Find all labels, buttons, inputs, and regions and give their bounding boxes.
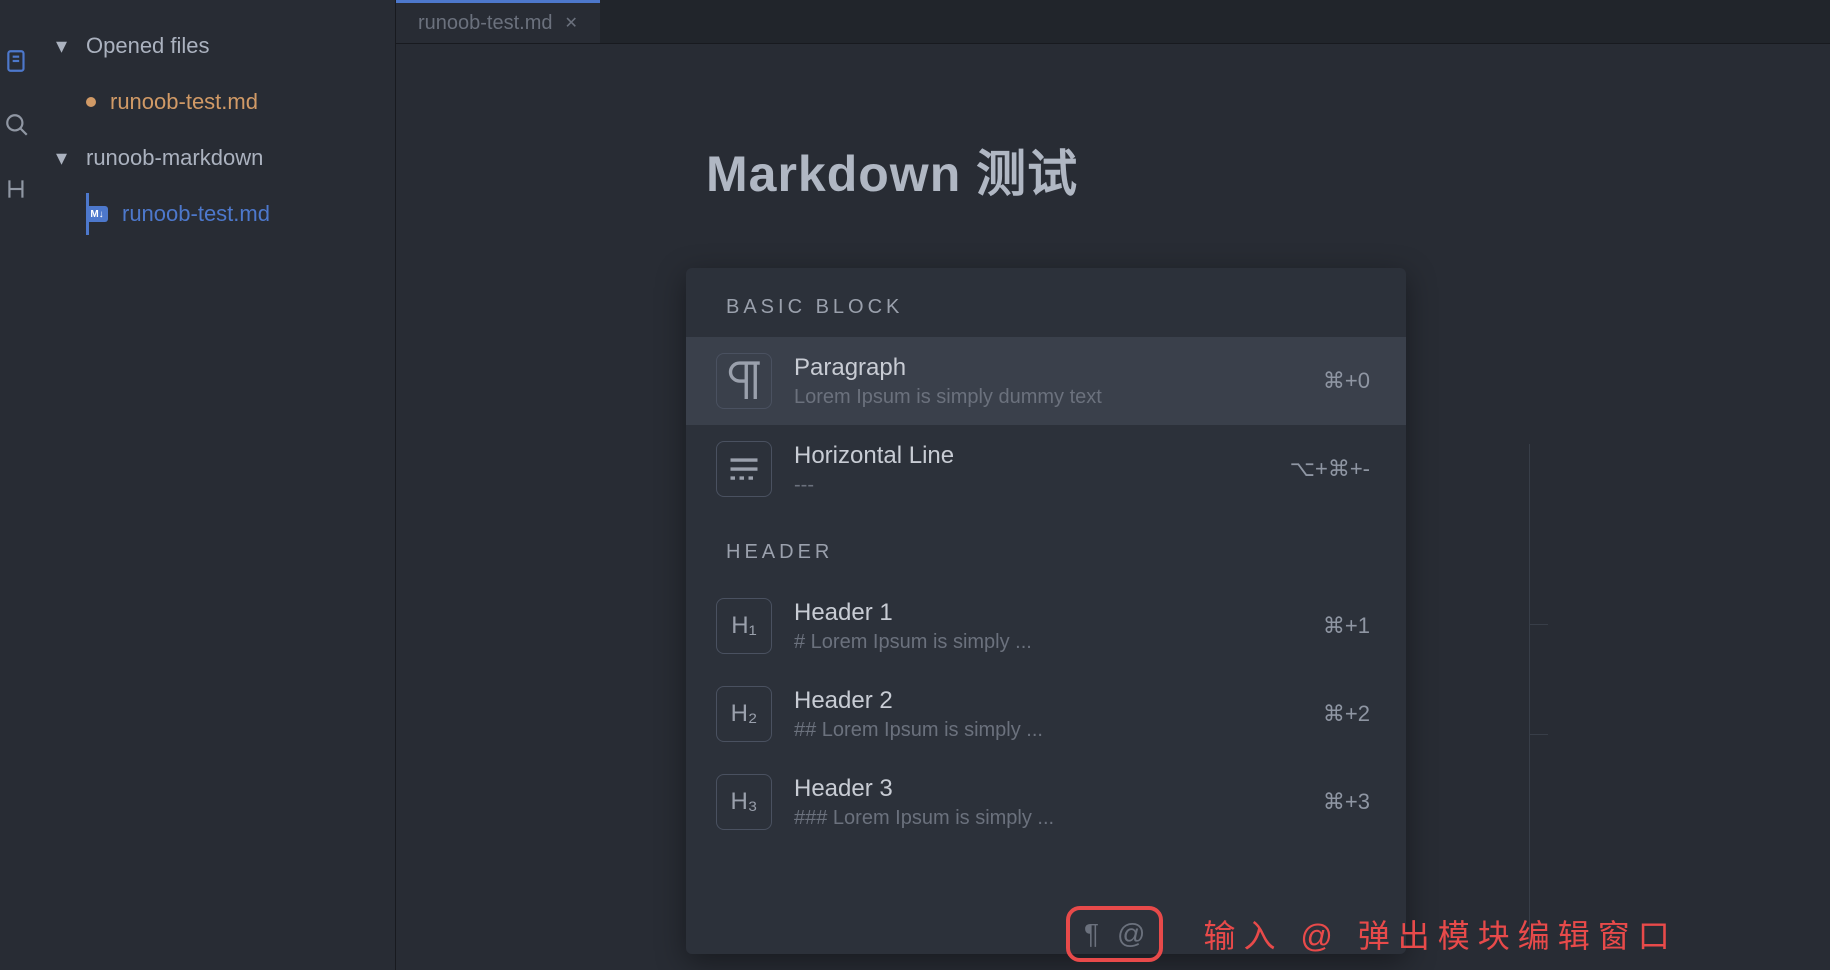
h2-icon: H₂ (716, 686, 772, 742)
popup-section-title: HEADER (686, 513, 1406, 582)
folder-file-name: runoob-test.md (122, 201, 270, 227)
popup-item-header-2[interactable]: H₂ Header 2 ## Lorem Ipsum is simply ...… (686, 670, 1406, 758)
popup-item-title: Paragraph (794, 354, 1301, 382)
popup-item-paragraph[interactable]: Paragraph Lorem Ipsum is simply dummy te… (686, 337, 1406, 425)
popup-item-title: Header 3 (794, 775, 1301, 803)
close-icon[interactable]: ✕ (565, 13, 578, 33)
main-area: runoob-test.md ✕ Markdown 测试 BASIC BLOCK… (396, 0, 1830, 970)
popup-section-title: BASIC BLOCK (686, 268, 1406, 337)
tab-label: runoob-test.md (418, 12, 553, 35)
opened-files-label: Opened files (86, 33, 210, 59)
opened-file-name: runoob-test.md (110, 89, 258, 115)
files-icon[interactable] (4, 48, 30, 74)
popup-item-desc: ### Lorem Ipsum is simply ... (794, 807, 1301, 830)
chevron-down-icon: ▾ (56, 33, 72, 59)
active-indicator (86, 193, 89, 235)
activity-rail (0, 0, 34, 970)
annotation-highlight-box: ¶ @ (1066, 906, 1163, 962)
popup-item-horizontal-line[interactable]: Horizontal Line --- ⌥+⌘+- (686, 425, 1406, 513)
modified-dot-icon (86, 97, 96, 107)
h1-icon: H₁ (716, 598, 772, 654)
paragraph-icon (716, 353, 772, 409)
popup-item-shortcut: ⌘+3 (1323, 789, 1370, 815)
markdown-badge-icon: M↓ (86, 206, 108, 222)
popup-item-shortcut: ⌘+0 (1323, 368, 1370, 394)
opened-file-item[interactable]: runoob-test.md (34, 74, 395, 130)
search-icon[interactable] (4, 112, 30, 138)
sidebar: ▾ Opened files runoob-test.md ▾ runoob-m… (34, 0, 396, 970)
popup-item-title: Header 1 (794, 599, 1301, 627)
at-tool-icon[interactable]: @ (1117, 918, 1145, 950)
popup-item-header-3[interactable]: H₃ Header 3 ### Lorem Ipsum is simply ..… (686, 758, 1406, 846)
chevron-down-icon: ▾ (56, 145, 72, 171)
folder-file-item[interactable]: M↓ runoob-test.md (34, 186, 395, 242)
bottom-annotation-row: ¶ @ 输入 @ 弹出模块编辑窗口 (1066, 906, 1678, 962)
block-picker-popup: BASIC BLOCK Paragraph Lorem Ipsum is sim… (686, 268, 1406, 954)
horizontal-line-icon (716, 441, 772, 497)
popup-item-desc: --- (794, 474, 1268, 497)
popup-item-shortcut: ⌥+⌘+- (1290, 456, 1370, 482)
paragraph-tool-icon[interactable]: ¶ (1084, 918, 1099, 950)
popup-item-desc: # Lorem Ipsum is simply ... (794, 631, 1301, 654)
folder-section[interactable]: ▾ runoob-markdown (34, 130, 395, 186)
popup-item-title: Header 2 (794, 687, 1301, 715)
folder-label: runoob-markdown (86, 145, 263, 171)
popup-item-shortcut: ⌘+2 (1323, 701, 1370, 727)
popup-item-title: Horizontal Line (794, 442, 1268, 470)
editor[interactable]: Markdown 测试 BASIC BLOCK Paragraph Lorem … (396, 44, 1830, 970)
background-lines (1529, 444, 1530, 944)
popup-item-desc: ## Lorem Ipsum is simply ... (794, 719, 1301, 742)
popup-item-header-1[interactable]: H₁ Header 1 # Lorem Ipsum is simply ... … (686, 582, 1406, 670)
popup-item-desc: Lorem Ipsum is simply dummy text (794, 386, 1301, 409)
tab[interactable]: runoob-test.md ✕ (396, 0, 600, 43)
opened-files-section[interactable]: ▾ Opened files (34, 18, 395, 74)
tab-bar: runoob-test.md ✕ (396, 0, 1830, 44)
heading-icon[interactable] (4, 176, 30, 202)
popup-item-shortcut: ⌘+1 (1323, 613, 1370, 639)
document-title: Markdown 测试 (706, 134, 1830, 206)
annotation-text: 输入 @ 弹出模块编辑窗口 (1203, 911, 1677, 957)
h3-icon: H₃ (716, 774, 772, 830)
